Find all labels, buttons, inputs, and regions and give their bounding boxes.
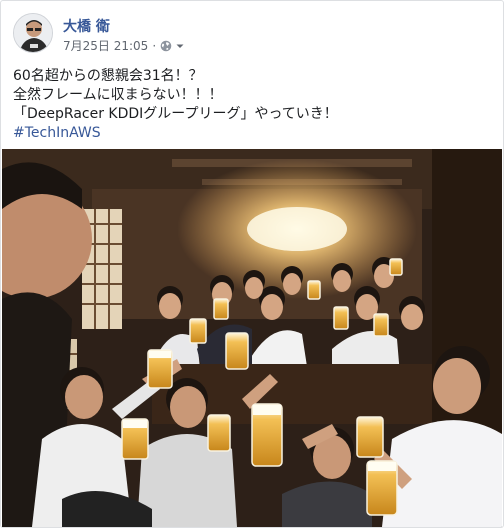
post-meta: 7月25日 21:05 · bbox=[63, 37, 185, 54]
author-avatar[interactable] bbox=[13, 13, 53, 53]
facebook-post: 大橋 衛 7月25日 21:05 · 60名超からの懇親会31名！？ 全然フレー… bbox=[0, 0, 504, 528]
post-text-line-1: 60名超からの懇親会31名！？ bbox=[13, 68, 203, 84]
post-text-line-2: 全然フレームに収まらない！！！ bbox=[13, 87, 223, 103]
author-name[interactable]: 大橋 衛 bbox=[63, 16, 110, 36]
post-body: 60名超からの懇親会31名！？ 全然フレームに収まらない！！！ 「DeepRac… bbox=[13, 67, 493, 143]
globe-icon[interactable] bbox=[160, 40, 172, 52]
post-header: 大橋 衛 7月25日 21:05 · bbox=[13, 13, 493, 57]
meta-separator: · bbox=[152, 38, 157, 53]
post-timestamp[interactable]: 7月25日 21:05 bbox=[63, 37, 148, 54]
hashtag-link[interactable]: #TechInAWS bbox=[13, 124, 493, 143]
post-photo[interactable] bbox=[2, 149, 502, 527]
caret-down-icon[interactable] bbox=[175, 41, 185, 51]
post-text-line-3: 「DeepRacer KDDIグループリーグ」やっていき！ bbox=[13, 106, 338, 122]
avatar-image bbox=[14, 14, 52, 52]
